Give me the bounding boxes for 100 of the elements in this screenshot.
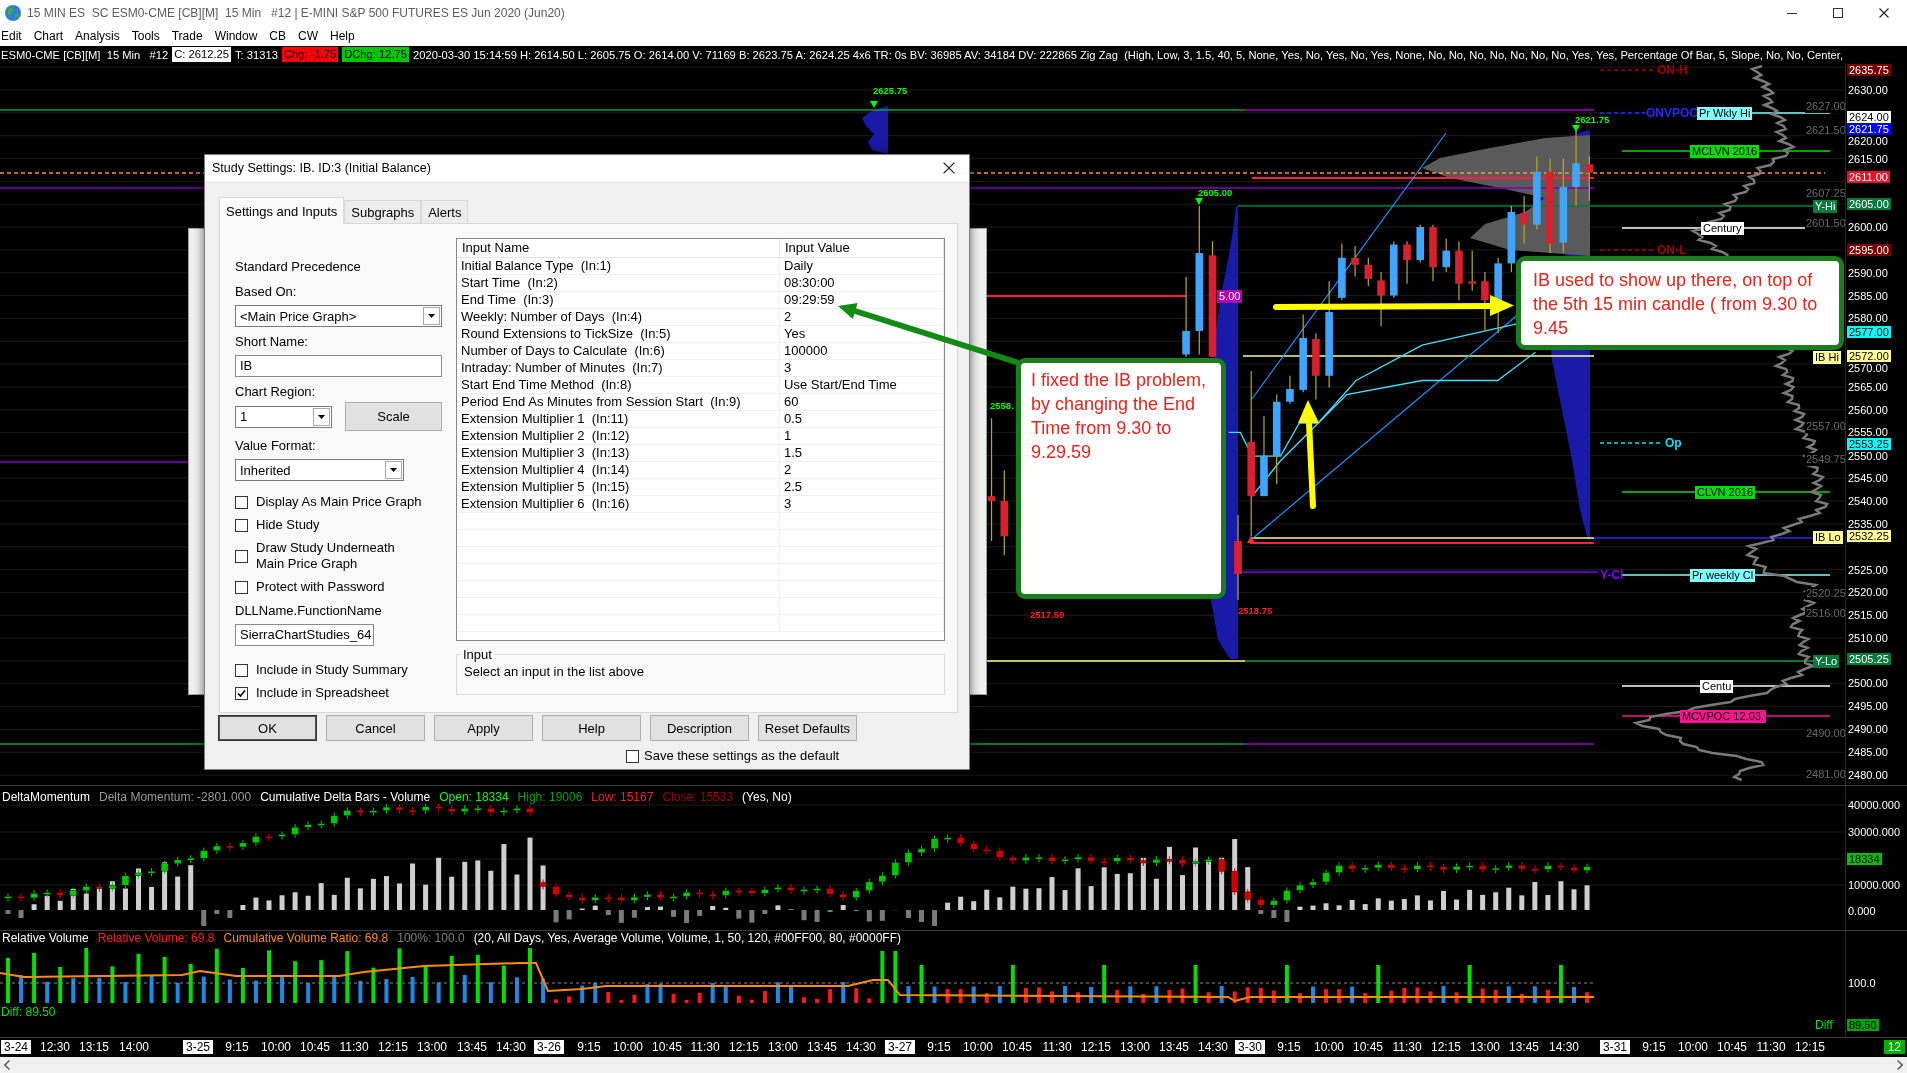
time-label: 10:00 [1314,1040,1344,1054]
menu-item[interactable]: Tools [125,26,166,46]
table-cell[interactable]: 0.5 [780,411,944,428]
date-tag: 3-26 [534,1040,564,1054]
time-label: 10:00 [613,1040,643,1054]
time-label: 10:45 [652,1040,682,1054]
table-cell[interactable]: 100000 [780,343,944,360]
table-cell[interactable]: Extension Multiplier 2 (In:12) [457,428,780,445]
table-cell[interactable]: Weekly: Number of Days (In:4) [457,309,780,326]
study-label: 100%: 100.0 [397,931,465,945]
swing-label: 2625.75 [873,85,908,97]
time-label: 10:00 [1678,1040,1708,1054]
study-label: DeltaMomentum [2,790,91,804]
table-cell[interactable]: Start Time (In:2) [457,275,780,292]
table-cell[interactable]: 1.5 [780,445,944,462]
table-cell[interactable]: End Time (In:3) [457,292,780,309]
menu-item[interactable]: Window [208,26,264,46]
menu-item[interactable]: Chart [27,26,70,46]
menu-item[interactable]: CB [263,26,292,46]
checkbox[interactable] [235,580,248,594]
dialog-button[interactable]: Reset Defaults [758,715,857,741]
menu-item[interactable]: Trade [165,26,209,46]
price-marker: 2553.25 [1847,438,1891,450]
table-cell[interactable]: 3 [780,360,944,377]
checkbox[interactable] [235,686,248,700]
column-header[interactable]: Input Value [780,239,944,258]
table-cell[interactable]: Extension Multiplier 5 (In:15) [457,479,780,496]
time-label: 12:15 [1081,1040,1111,1054]
price-label: 2600.00 [1848,221,1888,233]
price-marker: 2595.00 [1847,244,1891,256]
dialog-button[interactable]: Cancel [326,715,425,741]
table-cell[interactable]: Extension Multiplier 1 (In:11) [457,411,780,428]
date-tag: 3-25 [183,1040,213,1054]
price-marker: 2577.00 [1847,326,1891,338]
time-label: 13:45 [457,1040,487,1054]
zigzag-label: 2490.00 [1805,726,1847,740]
time-label: 14:30 [1198,1040,1228,1054]
checkbox[interactable] [235,663,248,677]
table-cell[interactable]: Extension Multiplier 4 (In:14) [457,462,780,479]
table-cell[interactable]: 2.5 [780,479,944,496]
table-cell[interactable]: Daily [780,258,944,275]
table-cell[interactable]: 2 [780,462,944,479]
menu-item[interactable]: Analysis [69,26,126,46]
time-label: 9:15 [225,1040,249,1054]
tab[interactable]: Subgraphs [344,200,422,223]
price-label: 2560.00 [1848,404,1888,416]
time-label: 10:00 [261,1040,291,1054]
horizontal-scrollbar[interactable] [0,1057,1907,1073]
price-label: 2495.00 [1848,700,1888,712]
scale-button[interactable]: Scale [345,402,442,431]
level-tag: Y-Lo [1813,654,1840,668]
candle [1429,224,1437,282]
table-cell[interactable]: Initial Balance Type (In:1) [457,258,780,275]
table-cell[interactable]: Use Start/End Time [780,377,944,394]
table-cell[interactable]: 1 [780,428,944,445]
dialog-button[interactable]: Help [542,715,641,741]
checkbox[interactable] [235,549,248,563]
candle [1468,250,1476,292]
table-cell[interactable]: Yes [780,326,944,343]
dropdown-field[interactable]: 1 [235,405,332,428]
study-label: Low: 15167 [591,790,654,804]
table-cell[interactable]: Period End As Minutes from Session Start (In:9) [457,394,780,411]
time-label: 10:45 [1002,1040,1032,1054]
time-label: 10:45 [300,1040,330,1054]
tab[interactable]: Settings and Inputs [219,197,345,224]
menu-item[interactable]: Help [324,26,361,46]
table-cell[interactable]: 08:30:00 [780,275,944,292]
text-field[interactable]: SierraChartStudies_64 [235,624,374,646]
table-cell[interactable]: Number of Days to Calculate (In:6) [457,343,780,360]
menu-item[interactable]: CW [292,26,324,46]
date-tag: 3-31 [1600,1040,1630,1054]
close-icon [943,162,955,174]
price-label: 2540.00 [1848,495,1888,507]
dropdown-field[interactable]: <Main Price Graph> [235,305,442,327]
table-cell[interactable]: Start End Time Method (In:8) [457,377,780,394]
candle [1442,238,1450,273]
dialog-button[interactable]: Description [650,715,749,741]
chevron-left-icon[interactable] [4,1060,10,1070]
tab[interactable]: Alerts [421,200,469,223]
table-cell[interactable]: Intraday: Number of Minutes (In:7) [457,360,780,377]
table-cell[interactable]: 3 [780,496,944,513]
checkbox[interactable] [626,749,639,763]
dialog-button[interactable]: Apply [434,715,533,741]
dialog-button[interactable]: OK [218,715,317,741]
caret-down-icon [423,307,440,325]
table-cell[interactable]: Extension Multiplier 3 (In:13) [457,445,780,462]
column-header[interactable]: Input Name [457,239,780,258]
time-label: 13:00 [417,1040,447,1054]
dropdown-field[interactable]: Inherited [235,459,404,481]
chevron-right-icon[interactable] [1897,1060,1903,1070]
text-field[interactable]: IB [235,355,442,377]
table-cell[interactable]: 60 [780,394,944,411]
checkbox[interactable] [235,518,248,532]
table-cell[interactable]: Round Extensions to TickSize (In:5) [457,326,780,343]
time-label: 10:45 [1717,1040,1747,1054]
candle [1455,240,1463,301]
table-cell[interactable]: Extension Multiplier 6 (In:16) [457,496,780,513]
menu-item[interactable]: Edit [0,26,28,46]
status-text: 2020-03-30 15:14:59 H: 2614.50 L: 2605.75 O: 2614.00 V: 71169 B: 2623.75 A: 2624.25 4x6 TR: 0s BV: 36985 AV: 34184 DV: 222865 Zig Zag (High, Low, 3, 1.5, 40, 5, None, Yes, No, Yes, No, Yes, None, No, No, No, No, No, No, No, Yes, Yes, Percentage Of Bar, 5, Slope, No, No, Center, [413,48,1844,61]
checkbox[interactable] [235,495,248,509]
